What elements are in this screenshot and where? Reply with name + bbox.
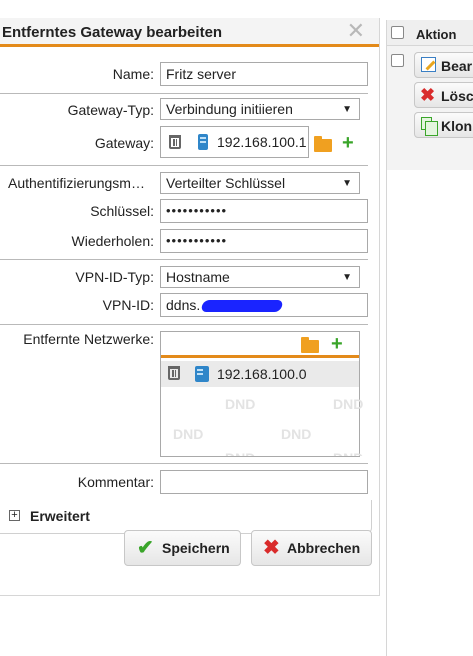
select-all-checkbox[interactable] — [391, 26, 404, 39]
remote-networks-label: Entfernte Netzwerke: — [23, 331, 154, 347]
remote-networks-list[interactable]: + 192.168.100.0 DND DND DND DND DND DND — [160, 331, 364, 457]
key-label: Schlüssel: — [90, 203, 154, 219]
redaction-scribble — [200, 300, 284, 313]
actions-panel: Aktion Bear ✖ Lösc Klon — [386, 20, 473, 656]
delete-icon: ✖ — [420, 85, 436, 105]
vpn-id-type-value: Hostname — [166, 269, 230, 285]
repeat-key-input[interactable]: ••••••••••• — [160, 229, 368, 253]
dnd-watermark: DND — [281, 426, 312, 442]
trash-icon[interactable] — [168, 366, 180, 380]
vpn-id-type-select[interactable]: Hostname ▼ — [160, 266, 360, 288]
auth-method-label: Authentifizierungsm… — [8, 175, 145, 191]
dnd-watermark: DND — [173, 426, 204, 442]
list-item[interactable]: 192.168.100.0 — [161, 361, 359, 387]
cancel-button[interactable]: ✖ Abbrechen — [251, 530, 372, 566]
divider — [0, 324, 368, 325]
repeat-key-label: Wiederholen: — [71, 233, 155, 249]
cancel-label: Abbrechen — [287, 540, 361, 556]
folder-icon[interactable] — [314, 136, 332, 152]
name-label: Name: — [112, 66, 154, 82]
gateway-label: Gateway: — [94, 135, 154, 151]
clone-button[interactable]: Klon — [414, 112, 473, 138]
network-icon — [195, 366, 209, 382]
name-input[interactable]: Fritz server — [160, 62, 368, 86]
gateway-type-value: Verbindung initiieren — [166, 101, 293, 117]
dropdown-arrow-icon: ▼ — [342, 272, 352, 283]
add-icon[interactable]: + — [342, 133, 354, 153]
comment-label: Kommentar: — [77, 474, 154, 490]
network-value: 192.168.100.0 — [217, 366, 307, 382]
expand-icon[interactable]: + — [9, 510, 20, 521]
dialog-header: Entferntes Gateway bearbeiten ✕ — [0, 18, 379, 47]
actions-header: Aktion — [387, 20, 473, 46]
gateway-type-label: Gateway-Typ: — [67, 102, 154, 118]
actions-row: Bear ✖ Lösc Klon — [387, 46, 473, 170]
edit-label: Bear — [441, 58, 473, 74]
dnd-watermark: DND — [333, 396, 364, 412]
folder-icon[interactable] — [301, 337, 319, 353]
dialog-title: Entferntes Gateway bearbeiten — [2, 24, 223, 41]
networks-toolbar: + — [161, 332, 359, 358]
gateway-value: 192.168.100.1 — [217, 134, 307, 150]
delete-label: Lösc — [441, 88, 473, 104]
save-label: Speichern — [162, 540, 230, 556]
trash-icon[interactable] — [169, 135, 181, 149]
dropdown-arrow-icon: ▼ — [342, 104, 352, 115]
checkmark-icon: ✔ — [137, 537, 154, 559]
save-button[interactable]: ✔ Speichern — [124, 530, 241, 566]
clone-label: Klon — [441, 118, 473, 134]
divider — [0, 463, 368, 464]
edit-gateway-dialog: Entferntes Gateway bearbeiten ✕ Name: Fr… — [0, 18, 380, 596]
network-device-icon — [198, 134, 208, 150]
auth-method-select[interactable]: Verteilter Schlüssel ▼ — [160, 172, 360, 194]
close-icon[interactable]: ✕ — [347, 19, 365, 43]
delete-button[interactable]: ✖ Lösc — [414, 82, 473, 108]
vpn-id-value: ddns. — [166, 297, 201, 313]
comment-input[interactable] — [160, 470, 368, 494]
add-icon[interactable]: + — [331, 334, 343, 354]
auth-method-value: Verteilter Schlüssel — [166, 175, 286, 191]
vpn-id-label: VPN-ID: — [102, 297, 154, 313]
divider — [0, 93, 368, 94]
divider — [0, 165, 368, 166]
cancel-icon: ✖ — [263, 537, 280, 559]
key-input[interactable]: ••••••••••• — [160, 199, 368, 223]
advanced-section[interactable]: + Erweitert — [0, 500, 372, 534]
dropdown-arrow-icon: ▼ — [342, 178, 352, 189]
gateway-type-select[interactable]: Verbindung initiieren ▼ — [160, 98, 360, 120]
dnd-watermark: DND — [225, 450, 255, 456]
vpn-id-input[interactable]: ddns. — [160, 293, 368, 317]
clone-icon — [421, 117, 438, 136]
vpn-id-type-label: VPN-ID-Typ: — [75, 269, 154, 285]
actions-header-label: Aktion — [416, 27, 457, 42]
gateway-field[interactable]: 192.168.100.1 — [160, 126, 309, 158]
edit-icon — [421, 57, 436, 72]
edit-button[interactable]: Bear — [414, 52, 473, 78]
row-checkbox[interactable] — [391, 54, 404, 67]
divider — [0, 259, 368, 260]
dnd-watermark: DND — [225, 396, 256, 412]
dnd-watermark: DND — [333, 450, 363, 456]
advanced-label: Erweitert — [30, 508, 90, 524]
